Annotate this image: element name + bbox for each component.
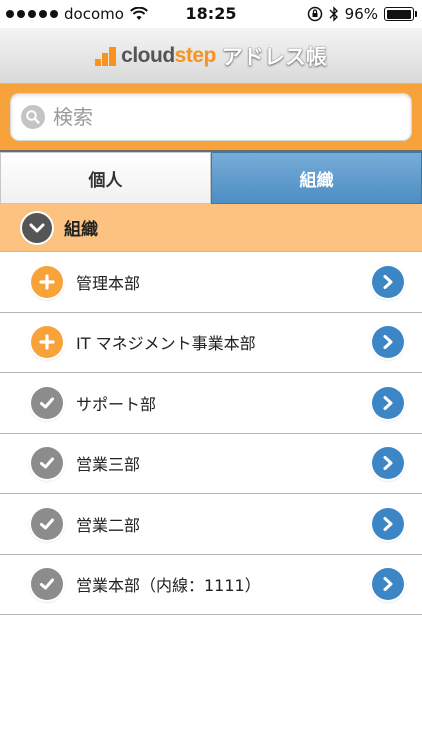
bluetooth-icon xyxy=(329,6,338,22)
organization-list: 管理本部 IT マネジメント事業本部 サポート部 営業三部 営業二部 営業本部（… xyxy=(0,252,422,615)
plus-icon[interactable] xyxy=(31,326,63,359)
status-right: 96% xyxy=(307,0,417,28)
list-item[interactable]: 営業三部 xyxy=(0,433,422,494)
carrier-name: docomo xyxy=(64,5,124,23)
cloudstep-logo-icon xyxy=(95,46,117,66)
list-item[interactable]: 管理本部 xyxy=(0,252,422,313)
list-item-label: 営業二部 xyxy=(76,515,141,535)
status-bar: docomo 18:25 96% xyxy=(0,0,422,28)
chevron-right-icon[interactable] xyxy=(372,568,404,601)
list-item-label: サポート部 xyxy=(76,394,157,414)
signal-strength-icon xyxy=(6,10,58,18)
check-icon[interactable] xyxy=(31,386,63,419)
battery-fill xyxy=(386,9,411,19)
carrier-area: docomo xyxy=(6,0,148,28)
wifi-icon xyxy=(130,7,148,20)
section-title: 組織 xyxy=(64,220,98,240)
scope-segmented-control: 個人 組織 xyxy=(0,152,422,204)
list-item[interactable]: 営業本部（内線：1111） xyxy=(0,554,422,615)
section-header-organization[interactable]: 組織 xyxy=(0,204,422,252)
nav-bar: cloud step アドレス帳 xyxy=(0,28,422,84)
chevron-right-icon[interactable] xyxy=(372,386,404,419)
list-item-label: 営業三部 xyxy=(76,455,141,475)
logo-text-step: step xyxy=(174,43,217,67)
chevron-right-icon[interactable] xyxy=(372,326,404,359)
check-icon[interactable] xyxy=(31,568,63,601)
tab-organization[interactable]: 組織 xyxy=(211,152,422,204)
list-item-label: 営業本部（内線：1111） xyxy=(76,576,261,596)
check-icon[interactable] xyxy=(31,447,63,480)
chevron-right-icon[interactable] xyxy=(372,447,404,480)
list-item[interactable]: IT マネジメント事業本部 xyxy=(0,312,422,373)
logo-text-cloud: cloud xyxy=(121,43,175,67)
tab-personal[interactable]: 個人 xyxy=(0,152,211,204)
search-input[interactable] xyxy=(53,105,393,129)
battery-icon xyxy=(384,7,417,21)
app-logo: cloud step アドレス帳 xyxy=(95,41,327,71)
page-title: アドレス帳 xyxy=(221,44,327,69)
check-icon[interactable] xyxy=(31,507,63,540)
list-item[interactable]: サポート部 xyxy=(0,373,422,434)
list-item-label: IT マネジメント事業本部 xyxy=(76,334,256,354)
chevron-right-icon[interactable] xyxy=(372,507,404,540)
search-icon xyxy=(21,105,45,129)
search-bar xyxy=(0,84,422,152)
rotation-lock-icon xyxy=(307,6,322,22)
chevron-right-icon[interactable] xyxy=(372,265,404,298)
chevron-down-icon[interactable] xyxy=(22,212,52,243)
battery-percent: 96% xyxy=(344,5,378,23)
plus-icon[interactable] xyxy=(31,265,63,298)
search-box[interactable] xyxy=(10,93,412,141)
list-item[interactable]: 営業二部 xyxy=(0,494,422,555)
list-item-label: 管理本部 xyxy=(76,273,141,293)
